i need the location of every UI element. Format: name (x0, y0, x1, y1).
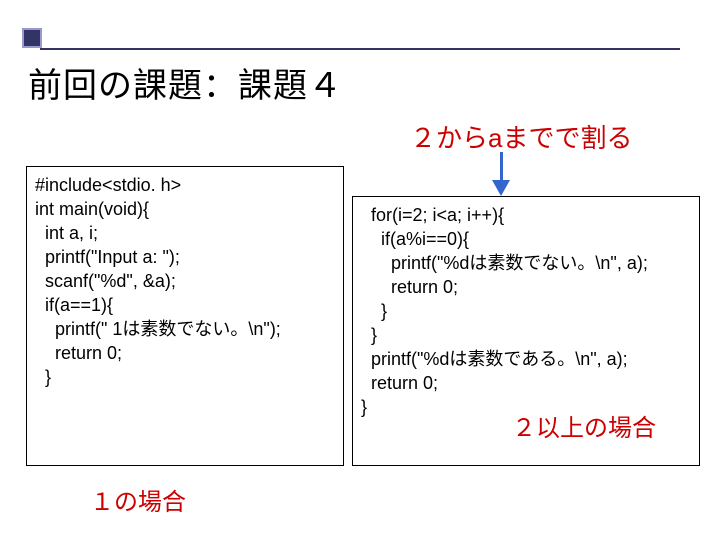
slide-bullet (22, 28, 42, 48)
caption-left: １の場合 (90, 482, 186, 517)
code-line: scanf("%d", &a); (35, 269, 335, 293)
arrow-icon (490, 152, 520, 198)
code-line: printf("%dは素数でない。\n", a); (361, 251, 691, 275)
code-line: if(a==1){ (35, 293, 335, 317)
code-line: } (35, 365, 335, 389)
code-line: } (361, 323, 691, 347)
slide-title: 前回の課題：課題４ (28, 58, 343, 107)
caption-right: ２以上の場合 (512, 408, 656, 443)
code-line: return 0; (361, 371, 691, 395)
code-line: int a, i; (35, 221, 335, 245)
slide-subtitle: ２からaまでで割る (410, 118, 632, 155)
code-line: if(a%i==0){ (361, 227, 691, 251)
code-line: printf(" 1は素数でない。\n"); (35, 317, 335, 341)
code-line: return 0; (361, 275, 691, 299)
code-line: #include<stdio. h> (35, 173, 335, 197)
code-line: } (361, 299, 691, 323)
code-line: for(i=2; i<a; i++){ (361, 203, 691, 227)
slide-divider (40, 48, 680, 50)
code-line: printf("%dは素数である。\n", a); (361, 347, 691, 371)
code-line: int main(void){ (35, 197, 335, 221)
code-line: return 0; (35, 341, 335, 365)
code-block-left: #include<stdio. h> int main(void){ int a… (26, 166, 344, 466)
code-line: printf("Input a: "); (35, 245, 335, 269)
